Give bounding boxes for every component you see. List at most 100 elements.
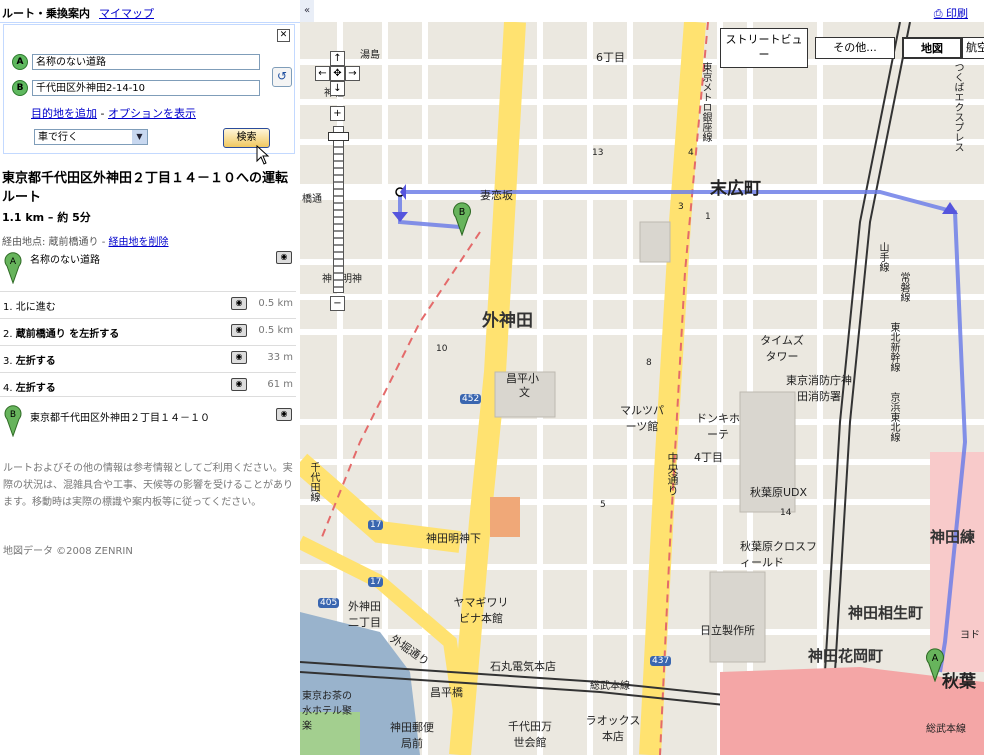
map-label-kanda-myojin-shita: 神田明神下 [426, 532, 481, 545]
zoom-out-button[interactable]: − [330, 296, 345, 311]
camera-icon[interactable]: ◉ [231, 351, 247, 364]
print-link[interactable]: ⎙ 印刷 [934, 5, 968, 21]
map-label-udx: 秋葉原UDX [750, 486, 808, 499]
camera-icon[interactable]: ◉ [231, 378, 247, 391]
swap-addresses-button[interactable]: ↺ [272, 67, 292, 87]
route-title: 東京都千代田区外神田２丁目１４－１０への運転ルート [2, 171, 289, 205]
pan-down-button[interactable]: ↓ [330, 81, 345, 96]
map-label-sotokanda: 外神田 [482, 311, 533, 331]
add-destination-link[interactable]: 目的地を追加 [31, 107, 97, 120]
block-number: 10 [436, 344, 448, 354]
map-label-kanda-hanaoka: 神田花岡町 [808, 647, 884, 665]
route-step[interactable]: 1. 北に進む ◉ 0.5 km [0, 291, 296, 318]
block-number: 3 [678, 202, 684, 212]
map-label-kanda-neri: 神田練 [930, 528, 976, 546]
route-step[interactable]: 2. 蔵前橋通り を左折する ◉ 0.5 km [0, 318, 296, 345]
map-label-4chome: 4丁目 [694, 451, 723, 464]
pan-left-button[interactable]: ← [315, 66, 330, 81]
marker-a-icon: A [12, 54, 28, 70]
map-label-myoshinzaka: 妻恋坂 [480, 189, 513, 202]
map-label-6chome: 6丁目 [596, 51, 625, 64]
route-step[interactable]: 4. 左折する ◉ 61 m [0, 372, 296, 399]
map-type-map-button[interactable]: 地図 [902, 37, 962, 59]
show-options-link[interactable]: オプションを表示 [108, 107, 196, 120]
route-steps: 1. 北に進む ◉ 0.5 km 2. 蔵前橋通り を左折する ◉ 0.5 km… [0, 291, 296, 399]
block-number: 8 [646, 358, 652, 368]
collapse-sidebar-button[interactable]: « [300, 0, 314, 22]
map-label-hashidori: 橋通 [302, 194, 322, 205]
map-label-yodobashi: ヨド [960, 630, 980, 641]
zoom-slider-handle[interactable] [328, 132, 349, 141]
map-label-keihin: 京浜東北線 [888, 392, 899, 442]
map-label-marutsu: マルツパーツ館 [620, 404, 664, 433]
map-label-joban: 常磐線 [898, 272, 909, 302]
map-label-akihabara: 秋葉 [942, 672, 976, 692]
pan-up-button[interactable]: ↑ [330, 51, 345, 66]
step-text: 2. 蔵前橋通り を左折する [3, 329, 120, 340]
travel-mode-select[interactable]: 車で行く ▼ [34, 129, 148, 145]
map-label-sobu-line-east: 総武本線 [926, 724, 966, 735]
disclaimer-text: ルートおよびその他の情報は参考情報としてご利用ください。実際の状況は、混雑具合や… [3, 463, 293, 508]
block-number: 13 [592, 148, 604, 158]
more-layers-button[interactable]: その他... [815, 37, 895, 59]
map-label-yushima: 湯島 [360, 50, 380, 61]
pan-right-button[interactable]: → [345, 66, 360, 81]
from-address-input[interactable]: 名称のない道路 [32, 54, 260, 70]
route-step[interactable]: 3. 左折する ◉ 33 m [0, 345, 296, 372]
map-label-shoheibashi: 昌平橋 [430, 686, 463, 699]
map-marker-letter-b: B [459, 207, 466, 218]
tab-my-maps[interactable]: マイマップ [99, 5, 154, 21]
via-label: 経由地点: 蔵前橋通り - [2, 237, 106, 248]
map-label-hitachi: 日立製作所 [700, 624, 755, 637]
map-label-yamagiwa: ヤマギワリビナ本館 [453, 596, 509, 625]
streetview-button[interactable]: ストリートビュー [720, 28, 808, 68]
map-label-sobu-line: 総武本線 [590, 681, 630, 692]
map-canvas[interactable]: B A 外神田 末広町 秋葉 神田相生町 神田花岡町 神田練 妻恋坂 6丁目 4… [300, 22, 984, 755]
map-label-ishimaru: 石丸電気本店 [490, 660, 556, 673]
map-label-school-symbol: 文 [519, 386, 530, 399]
map-label-chiyoda-bansei: 千代田万世会館 [508, 720, 552, 749]
pan-center-button[interactable]: ✥ [330, 66, 345, 81]
sidebar-tabs: ルート・乗換案内 マイマップ [0, 0, 300, 23]
block-number: 1 [705, 212, 711, 222]
map-label-suehirocho: 末広町 [710, 179, 761, 199]
zoom-slider-track[interactable] [333, 126, 344, 293]
map-label-laox: ラオックス本店 [585, 714, 641, 743]
route-shield-17-south: 17 [368, 577, 384, 587]
map-label-tsukuba-express: つくばエクスプレス [952, 62, 963, 152]
camera-icon[interactable]: ◉ [276, 251, 292, 264]
center-icon: ✥ [333, 68, 342, 79]
camera-icon[interactable]: ◉ [276, 408, 292, 421]
map-label-chiyoda-line: 千代田線 [308, 462, 319, 502]
camera-icon[interactable]: ◉ [231, 324, 247, 337]
map-label-chuo-dori: 中央通り [666, 452, 679, 496]
route-shield-17: 17 [368, 520, 384, 530]
map-label-kanda-aioi: 神田相生町 [848, 604, 924, 622]
block-number: 14 [780, 508, 792, 518]
zoom-in-button[interactable]: + [330, 106, 345, 121]
map-label-times-tower: タイムズタワー [760, 334, 804, 363]
destination-marker-icon[interactable]: B [452, 200, 472, 236]
start-pin-letter: A [10, 257, 17, 267]
via-point: 経由地点: 蔵前橋通り - 経由地を削除 [2, 233, 169, 248]
start-location: 名称のない道路 [30, 255, 100, 266]
map-label-tohoku-shinkansen: 東北新幹線 [888, 322, 899, 372]
to-address-input[interactable]: 千代田区外神田2-14-10 [32, 80, 260, 96]
end-pin-icon: B [4, 405, 22, 437]
map-type-aerial-button[interactable]: 航空 [962, 37, 984, 59]
step-distance: 0.5 km [258, 325, 293, 336]
destination-name: 東京都千代田区外神田２丁目１４－１０ [30, 413, 210, 424]
chevron-down-icon: ▼ [132, 130, 147, 144]
link-separator: - [100, 107, 105, 120]
remove-via-link[interactable]: 経由地を削除 [109, 237, 169, 248]
zoom-control: ↑ ← ✥ → ↓ + − [315, 51, 360, 313]
route-shield-437: 437 [650, 656, 672, 666]
step-text: 1. 北に進む [3, 302, 56, 313]
map-toolbar: ⎙ 印刷 [300, 0, 984, 23]
tab-directions[interactable]: ルート・乗換案内 [2, 5, 90, 21]
block-number: 5 [600, 500, 606, 510]
step-distance: 0.5 km [258, 298, 293, 309]
close-icon[interactable]: ✕ [277, 29, 290, 42]
camera-icon[interactable]: ◉ [231, 297, 247, 310]
map-label-fire-dept: 東京消防庁神田消防署 [786, 374, 852, 403]
